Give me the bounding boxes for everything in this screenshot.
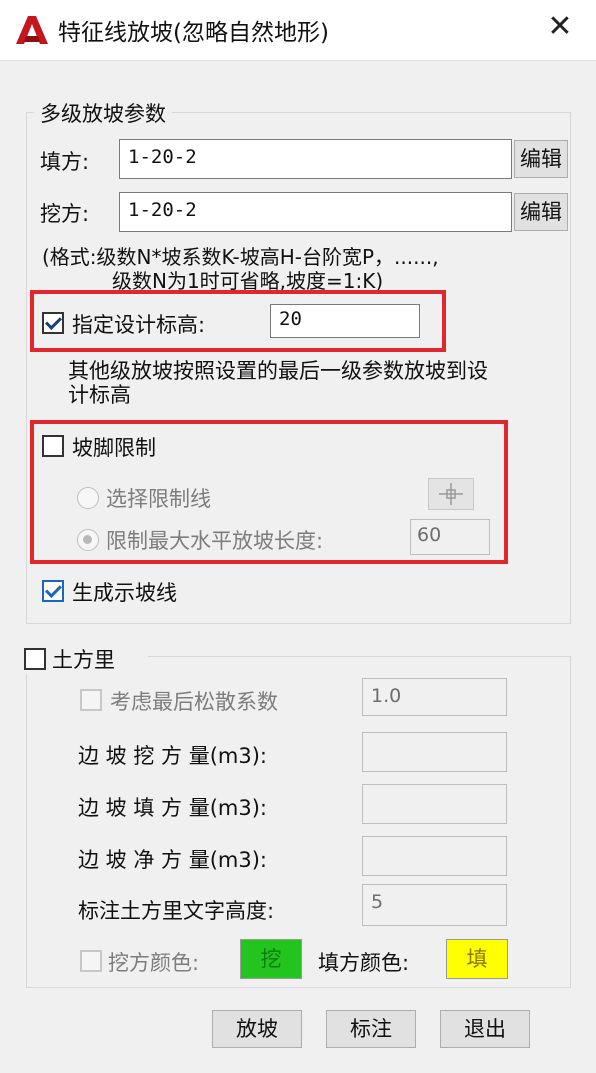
- show-slope-lines-checkbox[interactable]: [42, 580, 64, 602]
- cut-color-swatch[interactable]: 挖: [240, 939, 302, 979]
- fill-input[interactable]: 1-20-2: [119, 139, 512, 179]
- close-icon[interactable]: ✕: [545, 12, 575, 42]
- slope-button[interactable]: 放坡: [212, 1010, 302, 1048]
- select-limit-line-label: 选择限制线: [106, 487, 211, 511]
- fill-edit-button[interactable]: 编辑: [514, 140, 568, 178]
- net-volume-field: [362, 836, 507, 876]
- loose-factor-checkbox[interactable]: [80, 689, 102, 711]
- autocad-logo-icon: [16, 16, 48, 44]
- slope-params-legend: 多级放坡参数: [34, 98, 172, 128]
- max-length-label: 限制最大水平放坡长度:: [106, 529, 324, 553]
- loose-factor-input[interactable]: 1.0: [362, 678, 507, 716]
- crosshair-icon: [439, 483, 463, 505]
- cut-label: 挖方:: [40, 202, 90, 226]
- elevation-note-line2: 计标高: [68, 383, 131, 407]
- earthwork-legend: 土方里: [52, 648, 115, 672]
- fill-color-swatch[interactable]: 填: [446, 939, 508, 979]
- format-hint-line2: 级数N为1时可省略,坡度=1:K): [112, 269, 384, 293]
- text-height-input[interactable]: 5: [362, 884, 507, 926]
- loose-factor-label: 考虑最后松散系数: [110, 690, 278, 714]
- cut-edit-button[interactable]: 编辑: [514, 193, 568, 231]
- net-volume-label: 边 坡 净 方 量(m3):: [78, 848, 267, 872]
- annotate-button[interactable]: 标注: [326, 1010, 416, 1048]
- cut-input[interactable]: 1-20-2: [119, 192, 512, 232]
- design-elevation-checkbox[interactable]: [42, 312, 64, 334]
- elevation-note-line1: 其他级放坡按照设置的最后一级参数放坡到设: [68, 359, 488, 383]
- max-length-radio[interactable]: [77, 529, 99, 551]
- cut-color-label: 挖方颜色:: [108, 951, 200, 975]
- toe-limit-checkbox[interactable]: [42, 435, 64, 457]
- window-title: 特征线放坡(忽略自然地形): [58, 20, 329, 46]
- fill-color-label: 填方颜色:: [318, 951, 410, 975]
- design-elevation-label: 指定设计标高:: [72, 313, 206, 337]
- cut-volume-label: 边 坡 挖 方 量(m3):: [78, 744, 267, 768]
- format-hint-line1: (格式:级数N*坡系数K-坡高H-台阶宽P，......,: [42, 245, 439, 269]
- color-checkbox[interactable]: [80, 950, 102, 972]
- text-height-label: 标注土方里文字高度:: [78, 899, 275, 923]
- select-limit-line-radio[interactable]: [77, 487, 99, 509]
- fill-label: 填方:: [40, 150, 90, 174]
- max-length-input[interactable]: 60: [410, 519, 490, 555]
- earthwork-checkbox[interactable]: [24, 648, 46, 670]
- fill-volume-label: 边 坡 填 方 量(m3):: [78, 796, 267, 820]
- cut-volume-field: [362, 732, 507, 772]
- fill-volume-field: [362, 784, 507, 824]
- design-elevation-input[interactable]: 20: [270, 304, 420, 338]
- show-slope-lines-label: 生成示坡线: [72, 581, 177, 605]
- toe-limit-label: 坡脚限制: [72, 436, 156, 460]
- pick-point-button[interactable]: [428, 478, 474, 510]
- exit-button[interactable]: 退出: [440, 1010, 530, 1048]
